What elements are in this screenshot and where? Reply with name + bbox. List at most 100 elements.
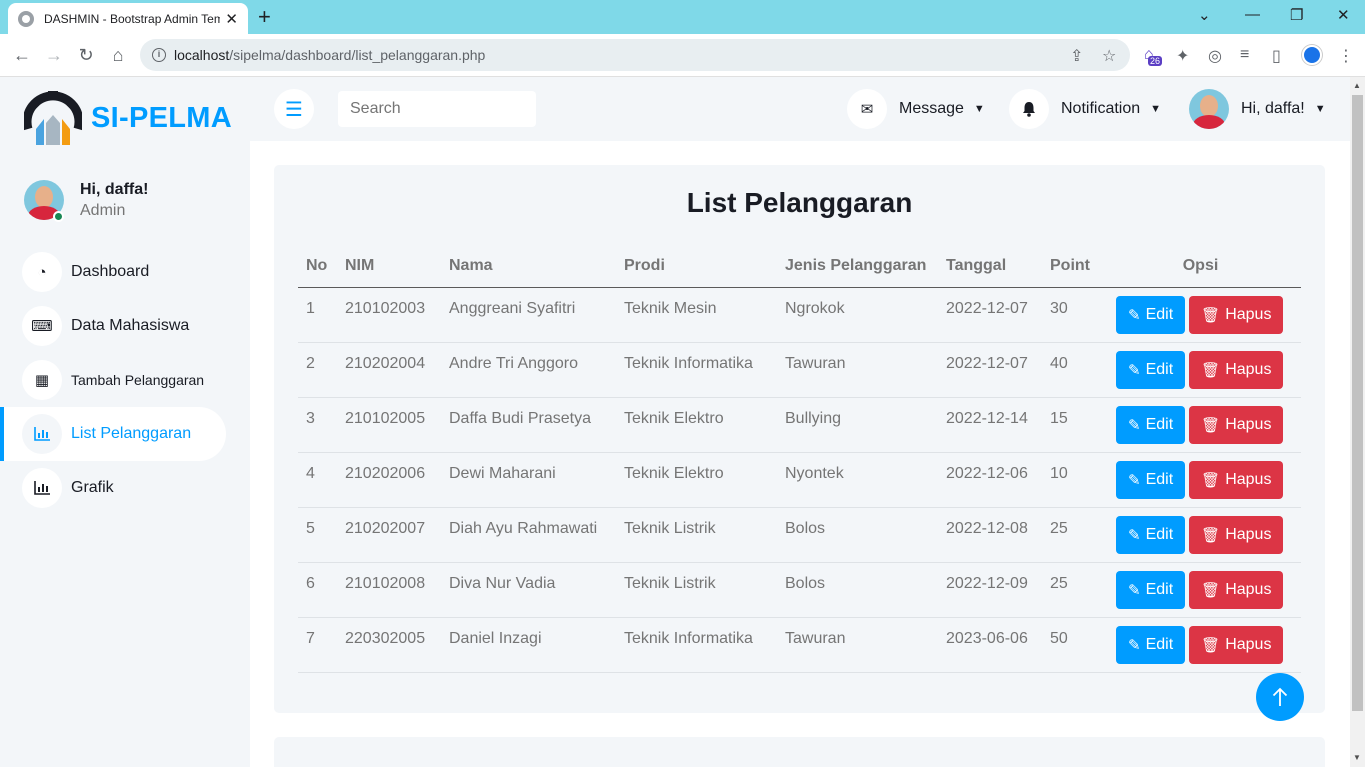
url-path: /sipelma/dashboard/list_pelanggaran.php	[229, 47, 486, 63]
table-cell: Andre Tri Anggoro	[441, 342, 616, 398]
tab-close-icon[interactable]: ✕	[225, 10, 238, 28]
pencil-square-icon: ✎	[1128, 416, 1141, 434]
table-cell: Bullying	[777, 397, 938, 453]
browser-tab[interactable]: DASHMIN - Bootstrap Admin Template ✕	[8, 3, 248, 34]
trash-icon: 🗑	[1201, 526, 1221, 544]
scroll-up-icon[interactable]: ▲	[1353, 81, 1361, 90]
browser-menu-icon[interactable]: ⋮	[1338, 46, 1354, 66]
table-cell: 30	[1042, 287, 1100, 343]
sidebar-item-grafik[interactable]: Grafik	[0, 461, 226, 515]
edit-button[interactable]: ✎ Edit	[1116, 570, 1186, 609]
table-icon: ▦	[22, 360, 62, 400]
table-cell: 7	[298, 617, 337, 673]
message-dropdown[interactable]: ✉ Message ▼	[847, 89, 985, 129]
table-cell: Anggreani Syafitri	[441, 287, 616, 343]
reading-list-icon[interactable]: ≡	[1240, 46, 1249, 64]
pelanggaran-table: No NIM Nama Prodi Jenis Pelanggaran Tang…	[298, 245, 1301, 673]
globe-icon	[18, 10, 34, 27]
table-cell: 210102005	[337, 397, 441, 453]
sidebar-item-data-mahasiswa[interactable]: ⌨ Data Mahasiswa	[0, 299, 226, 353]
delete-button[interactable]: 🗑 Hapus	[1189, 625, 1284, 664]
table-cell: Teknik Mesin	[616, 287, 777, 343]
notification-dropdown[interactable]: Notification ▼	[1009, 89, 1161, 129]
back-icon[interactable]: ←	[11, 44, 33, 66]
online-status-dot	[53, 211, 64, 222]
column-header: Opsi	[1100, 245, 1301, 288]
sidebar-item-dashboard[interactable]: ◔ Dashboard	[0, 245, 226, 299]
trash-icon: 🗑	[1201, 636, 1221, 654]
search-input[interactable]	[338, 91, 536, 127]
edit-button[interactable]: ✎ Edit	[1116, 515, 1186, 554]
column-header: Jenis Pelanggaran	[777, 245, 938, 288]
edit-button[interactable]: ✎ Edit	[1116, 350, 1186, 389]
pencil-square-icon: ✎	[1128, 581, 1141, 599]
avatar	[1189, 89, 1229, 129]
delete-label: Hapus	[1225, 360, 1272, 378]
bookmark-star-icon[interactable]: ☆	[1102, 46, 1116, 66]
message-label: Message	[899, 100, 964, 117]
restore-icon[interactable]: ❐	[1290, 6, 1303, 24]
delete-label: Hapus	[1225, 525, 1272, 543]
table-cell: 220302005	[337, 617, 441, 673]
minimize-icon[interactable]: —	[1245, 6, 1260, 23]
edit-button[interactable]: ✎ Edit	[1116, 625, 1186, 664]
share-icon[interactable]: ⇪	[1070, 46, 1083, 66]
brand[interactable]: SI-PELMA	[22, 89, 232, 147]
edit-button[interactable]: ✎ Edit	[1116, 295, 1186, 334]
table-cell: 15	[1042, 397, 1100, 453]
delete-button[interactable]: 🗑 Hapus	[1189, 350, 1284, 389]
sidebar-toggle-button[interactable]: ☰	[274, 89, 314, 129]
table-row: 6 210102008 Diva Nur Vadia Teknik Listrik Bo…	[298, 562, 1301, 618]
edit-button[interactable]: ✎ Edit	[1116, 460, 1186, 499]
sidebar-item-tambah-pelanggaran[interactable]: ▦ Tambah Pelanggaran	[0, 353, 226, 407]
scrollbar-thumb[interactable]	[1352, 95, 1363, 711]
browser-tab-bar: DASHMIN - Bootstrap Admin Template ✕ + ⌄…	[0, 0, 1365, 34]
table-cell: 25	[1042, 562, 1100, 618]
row-actions: ✎ Edit 🗑 Hapus	[1100, 397, 1301, 453]
reload-icon[interactable]: ↻	[75, 44, 97, 66]
profile-dropdown[interactable]: Hi, daffa! ▼	[1189, 89, 1326, 129]
forward-icon[interactable]: →	[43, 44, 65, 66]
delete-button[interactable]: 🗑 Hapus	[1189, 405, 1284, 444]
table-cell: Bolos	[777, 562, 938, 618]
pencil-square-icon: ✎	[1128, 471, 1141, 489]
home-icon[interactable]: ⌂	[107, 44, 129, 66]
table-cell: 2022-12-08	[938, 507, 1042, 563]
table-cell: 10	[1042, 452, 1100, 508]
table-cell: 3	[298, 397, 337, 453]
address-bar[interactable]: i localhost/sipelma/dashboard/list_pelan…	[140, 39, 1130, 71]
delete-button[interactable]: 🗑 Hapus	[1189, 295, 1284, 334]
sidebar-item-list-pelanggaran[interactable]: List Pelanggaran	[0, 407, 226, 461]
row-actions: ✎ Edit 🗑 Hapus	[1100, 562, 1301, 618]
chevron-down-icon: ▼	[973, 103, 985, 115]
delete-button[interactable]: 🗑 Hapus	[1189, 570, 1284, 609]
table-cell: Tawuran	[777, 342, 938, 398]
tab-title: DASHMIN - Bootstrap Admin Template	[44, 11, 220, 26]
envelope-icon: ✉	[847, 89, 887, 129]
side-panel-icon[interactable]: ▯	[1272, 46, 1281, 66]
page-scrollbar[interactable]: ▲ ▼	[1350, 77, 1365, 767]
sidebar-item-label: Grafik	[71, 479, 114, 496]
sidebar-item-label: List Pelanggaran	[71, 425, 192, 442]
new-tab-icon[interactable]: +	[258, 5, 271, 29]
table-cell: 6	[298, 562, 337, 618]
scroll-down-icon[interactable]: ▼	[1353, 753, 1361, 762]
edit-button[interactable]: ✎ Edit	[1116, 405, 1186, 444]
puzzle-icon[interactable]: ✦	[1176, 46, 1189, 66]
column-header: NIM	[337, 245, 441, 288]
browser-profile-avatar[interactable]	[1302, 45, 1322, 65]
delete-button[interactable]: 🗑 Hapus	[1189, 460, 1284, 499]
sidebar: SI-PELMA Hi, daffa! Admin ◔ Dashboard ⌨ …	[0, 77, 250, 767]
delete-label: Hapus	[1225, 635, 1272, 653]
tab-search-chevron-icon[interactable]: ⌄	[1198, 6, 1211, 24]
table-cell: Tawuran	[777, 617, 938, 673]
trash-icon: 🗑	[1201, 581, 1221, 599]
sync-icon[interactable]: ◎	[1208, 46, 1222, 66]
sidebar-menu: ◔ Dashboard ⌨ Data Mahasiswa ▦ Tambah Pe…	[0, 245, 250, 515]
close-window-icon[interactable]: ✕	[1337, 6, 1350, 24]
edit-label: Edit	[1145, 360, 1174, 378]
delete-button[interactable]: 🗑 Hapus	[1189, 515, 1284, 554]
site-info-icon[interactable]: i	[152, 48, 166, 62]
back-to-top-button[interactable]	[1256, 673, 1304, 721]
column-header: Nama	[441, 245, 616, 288]
